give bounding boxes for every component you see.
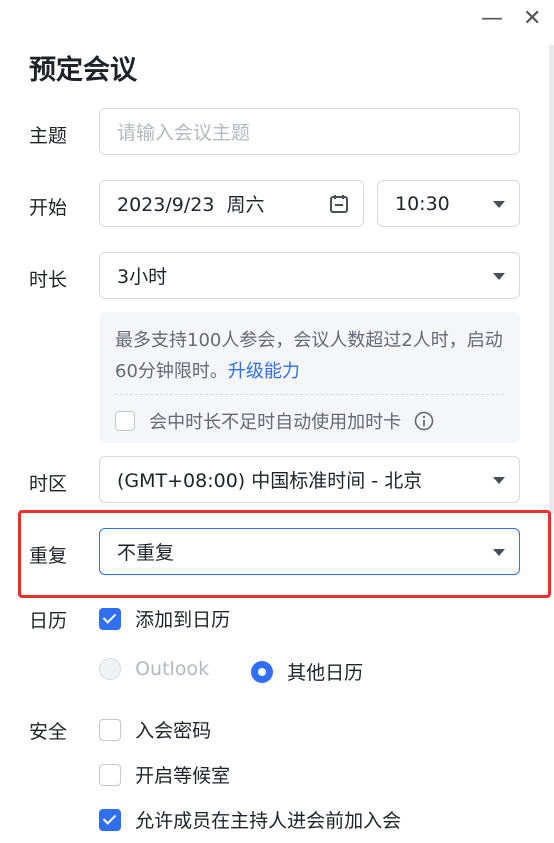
subject-placeholder: 请输入会议主题 — [117, 122, 251, 144]
duration-notice: 最多支持100人参会，会议人数超过2人时，启动60分钟限时。升级能力 会中时长不… — [99, 312, 520, 443]
start-label: 开始 — [29, 197, 68, 219]
duration-label: 时长 — [29, 269, 68, 291]
security-label: 安全 — [29, 721, 68, 743]
meeting-password-label: 入会密码 — [135, 720, 212, 742]
calendar-icon[interactable] — [328, 193, 350, 215]
start-time-value: 10:30 — [395, 192, 450, 215]
join-before-host-checkbox[interactable] — [99, 808, 121, 831]
page-title: 预定会议 — [29, 55, 137, 86]
repeat-label: 重复 — [29, 545, 68, 567]
notice-message: 最多支持100人参会，会议人数超过2人时，启动60分钟限时。 — [115, 330, 503, 382]
security-option-join-before-host: 允许成员在主持人进会前加入会 — [99, 806, 401, 833]
outlook-label: Outlook — [135, 658, 210, 680]
outlook-radio[interactable] — [99, 658, 121, 680]
other-calendar-radio[interactable] — [251, 660, 273, 683]
minimize-button[interactable]: — — [481, 8, 503, 30]
chevron-down-icon — [493, 476, 505, 484]
upgrade-link[interactable]: 升级能力 — [228, 361, 300, 382]
repeat-value: 不重复 — [117, 542, 175, 564]
start-date-picker[interactable]: 2023/9/23 周六 — [99, 180, 364, 227]
add-to-calendar-checkbox[interactable] — [99, 607, 121, 630]
add-to-calendar-row: 添加到日历 — [99, 605, 230, 632]
subject-label: 主题 — [29, 125, 68, 147]
repeat-select[interactable]: 不重复 — [99, 528, 520, 575]
duration-select[interactable]: 3小时 — [99, 252, 520, 299]
auto-extend-row: 会中时长不足时自动使用加时卡 — [115, 408, 434, 434]
waiting-room-checkbox[interactable] — [99, 763, 121, 786]
timezone-value: (GMT+08:00) 中国标准时间 - 北京 — [117, 470, 423, 492]
join-before-host-label: 允许成员在主持人进会前加入会 — [135, 810, 402, 832]
chevron-down-icon — [493, 200, 505, 208]
security-option-password: 入会密码 — [99, 716, 211, 743]
auto-extend-label: 会中时长不足时自动使用加时卡 — [149, 412, 402, 433]
start-time-select[interactable]: 10:30 — [377, 180, 520, 227]
chevron-down-icon — [493, 272, 505, 280]
timezone-select[interactable]: (GMT+08:00) 中国标准时间 - 北京 — [99, 456, 520, 503]
other-calendar-label: 其他日历 — [287, 662, 364, 684]
scrollbar[interactable] — [549, 44, 554, 514]
calendar-label: 日历 — [29, 610, 68, 632]
subject-input[interactable]: 请输入会议主题 — [99, 108, 520, 155]
auto-extend-checkbox[interactable] — [115, 411, 135, 431]
calendar-option-other[interactable]: 其他日历 — [251, 658, 363, 685]
security-option-waiting-room: 开启等候室 — [99, 761, 230, 788]
add-to-calendar-label: 添加到日历 — [135, 609, 231, 631]
duration-value: 3小时 — [117, 266, 168, 288]
info-icon[interactable] — [414, 411, 434, 431]
timezone-label: 时区 — [29, 473, 68, 495]
close-button[interactable]: ✕ — [523, 8, 541, 30]
waiting-room-label: 开启等候室 — [135, 765, 231, 787]
divider — [115, 394, 504, 395]
calendar-option-outlook[interactable]: Outlook — [99, 658, 209, 680]
meeting-password-checkbox[interactable] — [99, 718, 121, 741]
chevron-down-icon — [493, 548, 505, 556]
start-date-value: 2023/9/23 周六 — [117, 194, 265, 216]
notice-text: 最多支持100人参会，会议人数超过2人时，启动60分钟限时。升级能力 — [115, 325, 504, 387]
